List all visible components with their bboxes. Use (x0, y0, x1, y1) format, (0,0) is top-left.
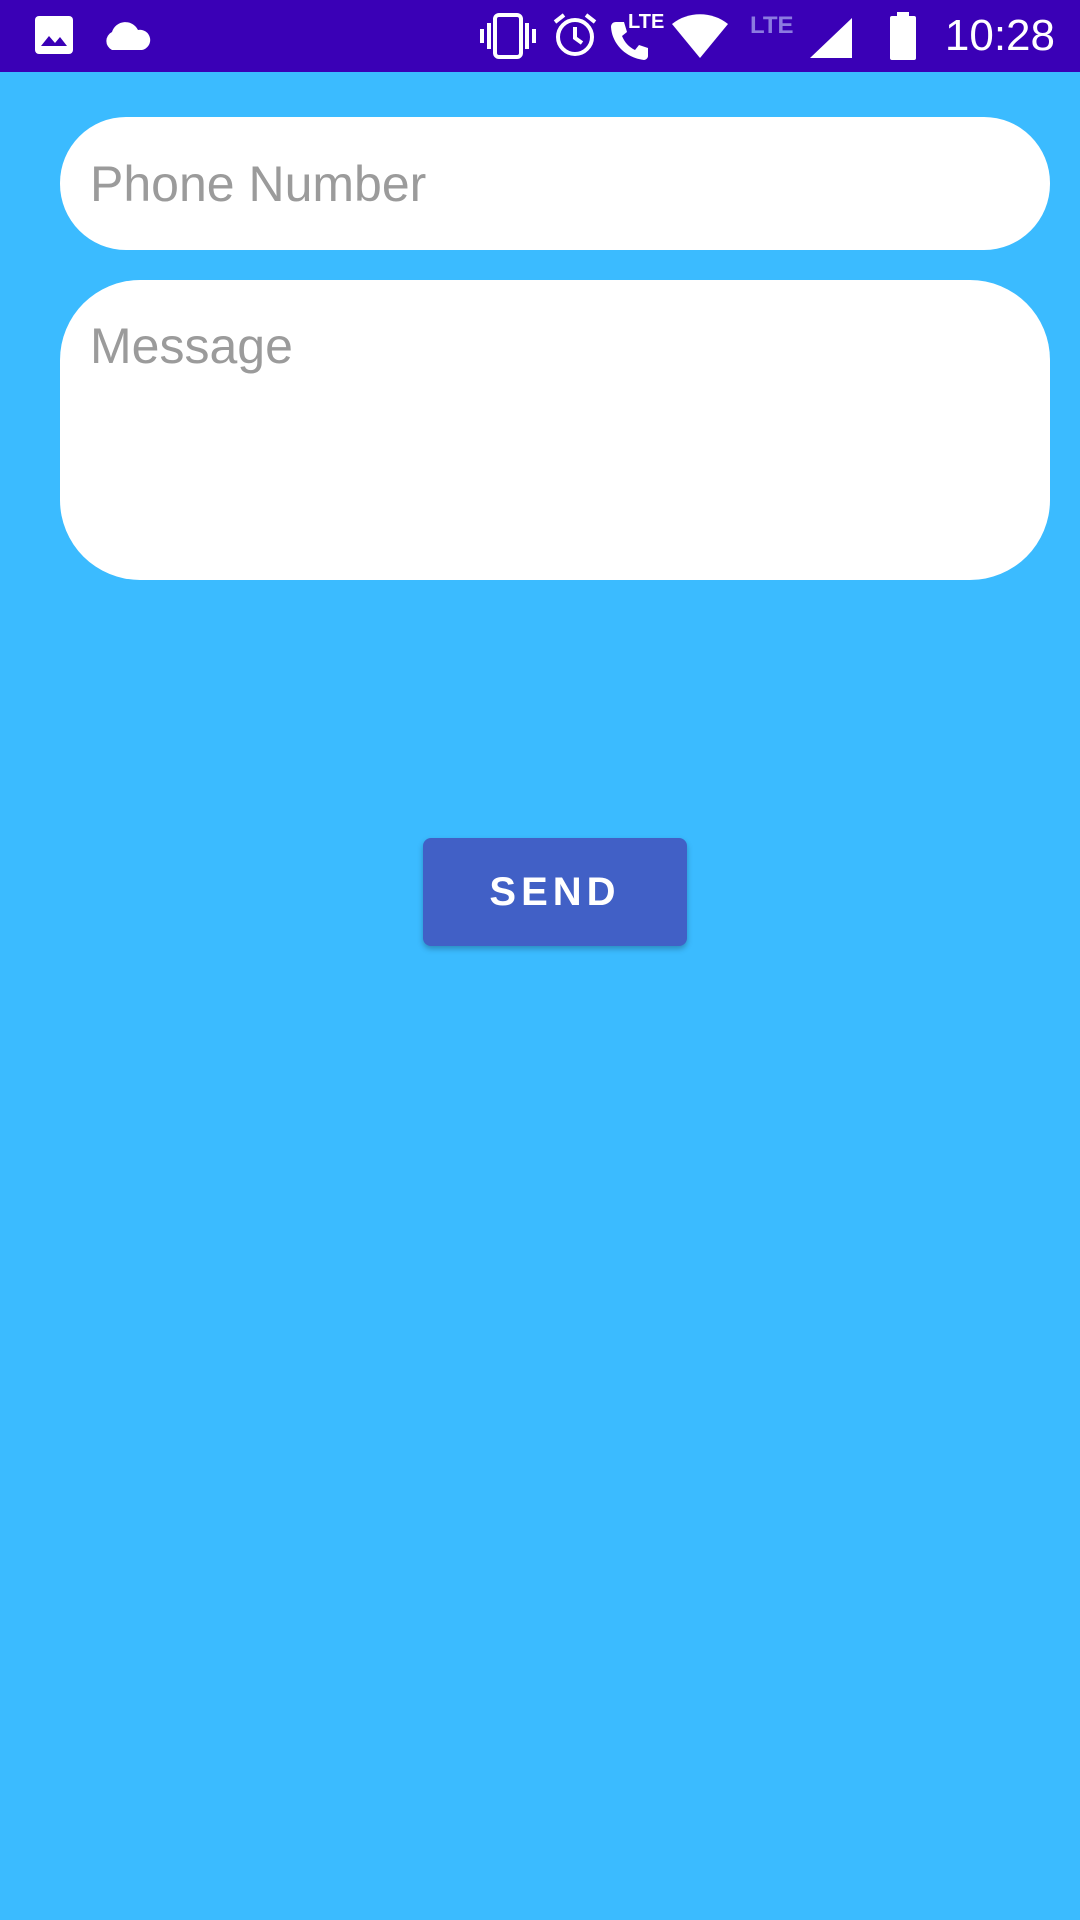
battery-icon (890, 12, 916, 60)
cloud-icon (106, 22, 151, 50)
lte-signal-label: LTE (750, 12, 794, 39)
vibrate-icon (480, 13, 536, 59)
image-icon (35, 16, 73, 54)
alarm-icon (553, 13, 597, 56)
cell-signal-icon (810, 18, 852, 58)
phone-number-field[interactable] (60, 117, 1050, 250)
lte-call-label: LTE (628, 11, 665, 33)
send-button[interactable]: SEND (423, 838, 687, 946)
wifi-icon (672, 14, 728, 58)
status-bar: LTE LTE 10:28 (0, 0, 1080, 72)
status-time: 10:28 (944, 11, 1055, 60)
message-field[interactable] (60, 280, 1050, 580)
